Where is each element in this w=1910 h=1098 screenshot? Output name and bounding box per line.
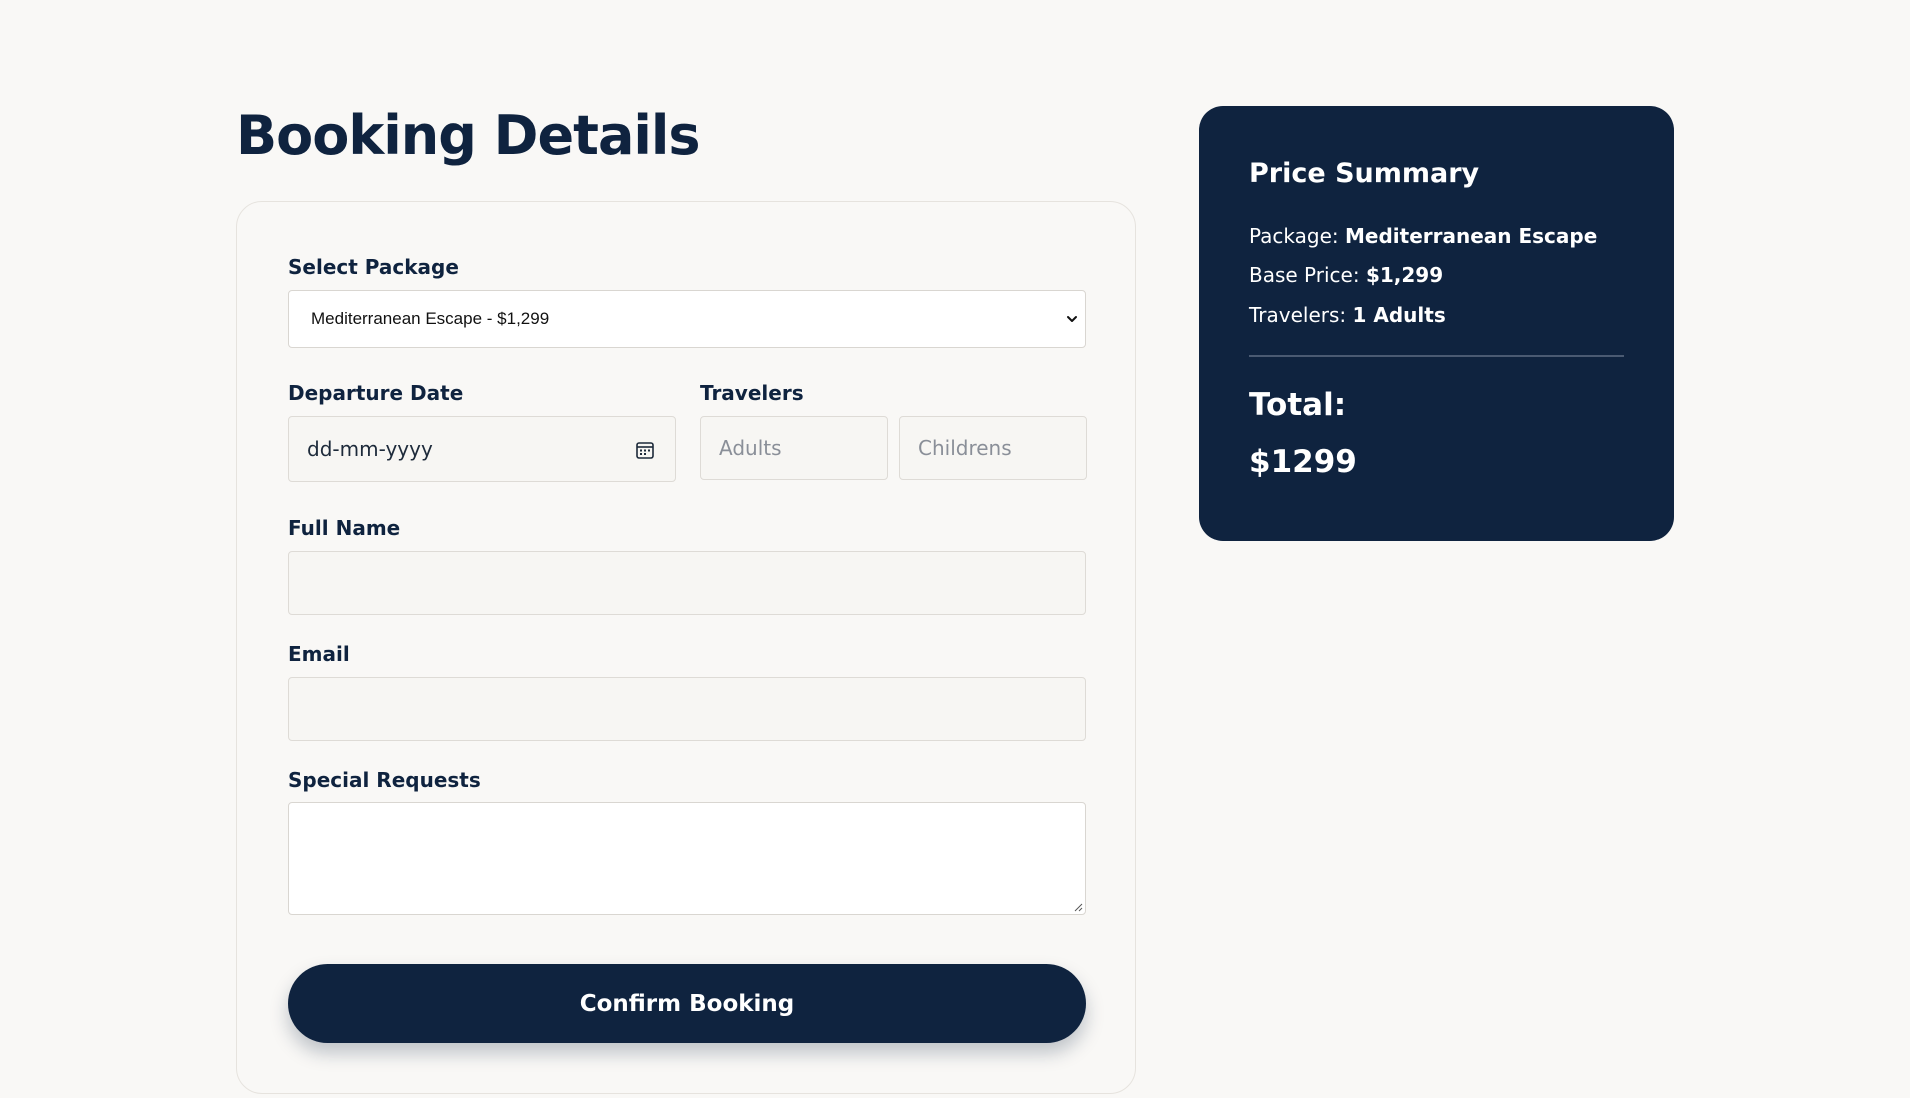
special-requests-textarea[interactable] [288, 802, 1086, 915]
price-summary-title: Price Summary [1249, 158, 1480, 189]
email-input[interactable] [288, 677, 1086, 741]
departure-date-placeholder: dd-mm-yyyy [307, 437, 433, 461]
departure-date-label: Departure Date [288, 381, 464, 405]
package-select[interactable]: Mediterranean Escape - $1,299 [288, 290, 1086, 348]
total-label: Total: [1249, 387, 1347, 423]
full-name-label: Full Name [288, 516, 401, 540]
confirm-booking-button[interactable]: Confirm Booking [288, 964, 1086, 1043]
total-value: $1299 [1249, 444, 1357, 480]
summary-package-prefix: Package: [1249, 224, 1339, 248]
adults-placeholder: Adults [719, 436, 782, 460]
chevron-down-icon [1067, 316, 1077, 322]
departure-date-input[interactable]: dd-mm-yyyy [288, 416, 676, 482]
package-selected-value: Mediterranean Escape - $1,299 [311, 309, 550, 328]
confirm-booking-label: Confirm Booking [579, 990, 795, 1017]
summary-base-price-value: $1,299 [1365, 263, 1444, 287]
children-placeholder: Childrens [918, 436, 1012, 460]
children-input[interactable]: Childrens [899, 416, 1087, 480]
summary-package-value: Mediterranean Escape [1345, 224, 1598, 248]
summary-travelers-line: Travelers: 1 Adults [1249, 303, 1446, 327]
summary-travelers-value: 1 Adults [1352, 303, 1446, 327]
adults-input[interactable]: Adults [700, 416, 888, 480]
summary-package-line: Package: Mediterranean Escape [1249, 224, 1597, 248]
summary-base-price-line: Base Price: $1,299 [1249, 263, 1443, 287]
package-label: Select Package [288, 255, 459, 279]
travelers-label: Travelers [700, 381, 804, 405]
summary-divider [1249, 355, 1624, 357]
summary-base-price-prefix: Base Price: [1249, 263, 1360, 287]
price-summary-card: Price Summary Package: Mediterranean Esc… [1199, 106, 1674, 541]
calendar-icon[interactable] [635, 440, 655, 460]
email-label: Email [288, 642, 350, 666]
page-title: Booking Details [236, 104, 701, 167]
special-requests-label: Special Requests [288, 768, 481, 792]
summary-travelers-prefix: Travelers: [1249, 303, 1347, 327]
resize-handle-icon[interactable] [1073, 902, 1083, 912]
full-name-input[interactable] [288, 551, 1086, 615]
booking-form-card: Select Package Mediterranean Escape - $1… [236, 201, 1136, 1094]
